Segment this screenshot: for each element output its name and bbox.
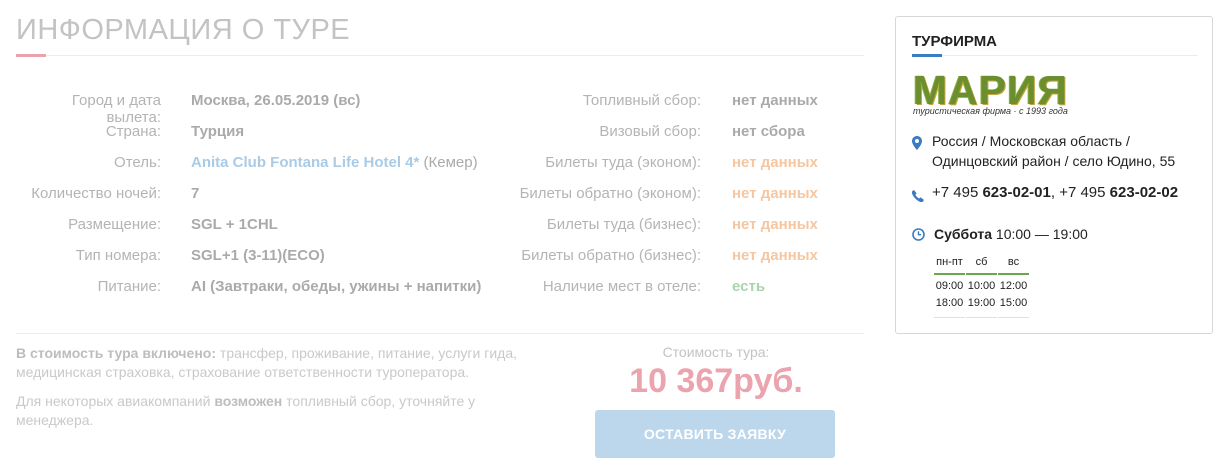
value-visa-fee: нет сбора <box>732 123 805 140</box>
phone1-prefix: +7 495 <box>932 184 983 201</box>
label-visa-fee: Визовый сбор: <box>599 123 701 140</box>
fuel-note-pre: Для некоторых авиакомпаний <box>16 393 215 409</box>
hours-open: 09:00 <box>935 280 964 292</box>
title-accent <box>16 54 46 57</box>
agency-title-accent <box>912 54 942 57</box>
label-country: Страна: <box>105 123 161 140</box>
hours-close: 19:00 <box>967 297 996 309</box>
page-title: Информация о туре <box>16 14 351 46</box>
tour-info-section: Информация о туре Город и дата вылета: М… <box>16 0 864 473</box>
map-pin-icon <box>912 136 922 155</box>
included-label: В стоимость тура включено: <box>16 345 217 361</box>
row-country: Страна: Турция Визовый сбор: нет сбора <box>16 123 864 154</box>
label-hotel-availability: Наличие мест в отеле: <box>542 278 701 295</box>
value-tickets-back-economy: нет данных <box>732 185 818 202</box>
row-hotel: Отель: Anita Club Fontana Life Hotel 4* … <box>16 154 864 185</box>
included-note: В стоимость тура включено: трансфер, про… <box>16 344 526 382</box>
label-tickets-out-business: Билеты туда (бизнес): <box>546 216 701 233</box>
label-room-type: Тип номера: <box>75 247 161 264</box>
today-schedule: Суббота 10:00 — 19:00 <box>934 226 1088 242</box>
value-meals: AI (Завтраки, обеды, ужины + напитки) <box>191 278 482 295</box>
agency-address: Россия / Московская область / Одинцовски… <box>932 133 1176 169</box>
phone2-number[interactable]: 623-02-02 <box>1110 184 1178 201</box>
label-meals: Питание: <box>97 278 161 295</box>
title-divider <box>16 55 864 56</box>
label-accommodation: Размещение: <box>68 216 161 233</box>
phone1-number[interactable]: 623-02-01 <box>982 184 1050 201</box>
hours-close: 18:00 <box>935 297 964 309</box>
hours-open: 12:00 <box>999 280 1028 292</box>
agency-phones: +7 495 623-02-01, +7 495 623-02-02 <box>932 184 1178 201</box>
hours-col-saturday: сб 10:00 19:00 <box>966 251 997 318</box>
label-departure: Город и дата вылета: <box>71 92 161 126</box>
phone-separator: , +7 495 <box>1050 184 1110 201</box>
label-hotel: Отель: <box>114 154 161 171</box>
hours-close: 15:00 <box>999 297 1028 309</box>
agency-card: ТУРФИРМА МАРИЯ туристическая фирма · с 1… <box>895 16 1213 334</box>
tour-price: 10 367руб. <box>629 362 803 400</box>
logo-subtitle: туристическая фирма · с 1993 года <box>913 106 1068 116</box>
hours-open: 10:00 <box>967 280 996 292</box>
agency-logo[interactable]: МАРИЯ туристическая фирма · с 1993 года <box>913 67 1083 119</box>
row-departure: Город и дата вылета: Москва, 26.05.2019 … <box>16 92 864 126</box>
row-room-type: Тип номера: SGL+1 (3-11)(ECO) Билеты обр… <box>16 247 864 278</box>
value-room-type: SGL+1 (3-11)(ECO) <box>191 247 325 264</box>
agency-title: ТУРФИРМА <box>912 33 998 50</box>
value-tickets-out-economy: нет данных <box>732 154 818 171</box>
row-nights: Количество ночей: 7 Билеты обратно (экон… <box>16 185 864 216</box>
today-hours: 10:00 — 19:00 <box>992 226 1088 242</box>
fuel-note-bold: возможен <box>214 393 283 409</box>
value-hotel: Anita Club Fontana Life Hotel 4* (Кемер) <box>191 154 478 171</box>
agency-title-divider <box>912 55 1198 56</box>
today-day: Суббота <box>934 226 993 242</box>
section-divider <box>16 333 864 334</box>
hours-day: сб <box>966 251 997 275</box>
price-label: Стоимость тура: <box>662 344 770 360</box>
hotel-link[interactable]: Anita Club Fontana Life Hotel 4* <box>191 154 419 171</box>
value-tickets-back-business: нет данных <box>732 247 818 264</box>
fuel-note: Для некоторых авиакомпаний возможен топл… <box>16 392 516 430</box>
clock-icon <box>912 228 925 246</box>
hours-day: пн-пт <box>934 251 965 275</box>
order-button[interactable]: ОСТАВИТЬ ЗАЯВКУ <box>595 410 835 458</box>
label-tickets-back-business: Билеты обратно (бизнес): <box>521 247 701 264</box>
label-nights: Количество ночей: <box>31 185 161 202</box>
value-accommodation: SGL + 1CHL <box>191 216 278 233</box>
phone-icon <box>911 189 924 207</box>
row-meals: Питание: AI (Завтраки, обеды, ужины + на… <box>16 278 864 309</box>
label-fuel-fee: Топливный сбор: <box>582 92 701 109</box>
hours-col-weekdays: пн-пт 09:00 18:00 <box>934 251 965 318</box>
hours-day: вс <box>998 251 1029 275</box>
value-hotel-availability: есть <box>732 278 766 295</box>
label-tickets-out-economy: Билеты туда (эконом): <box>545 154 701 171</box>
value-departure: Москва, 26.05.2019 (вс) <box>191 92 361 109</box>
label-tickets-back-economy: Билеты обратно (эконом): <box>519 185 701 202</box>
value-fuel-fee: нет данных <box>732 92 818 109</box>
value-tickets-out-business: нет данных <box>732 216 818 233</box>
value-nights: 7 <box>191 185 200 202</box>
value-country: Турция <box>191 123 245 140</box>
hours-col-sunday: вс 12:00 15:00 <box>998 251 1029 318</box>
row-accommodation: Размещение: SGL + 1CHL Билеты туда (бизн… <box>16 216 864 247</box>
